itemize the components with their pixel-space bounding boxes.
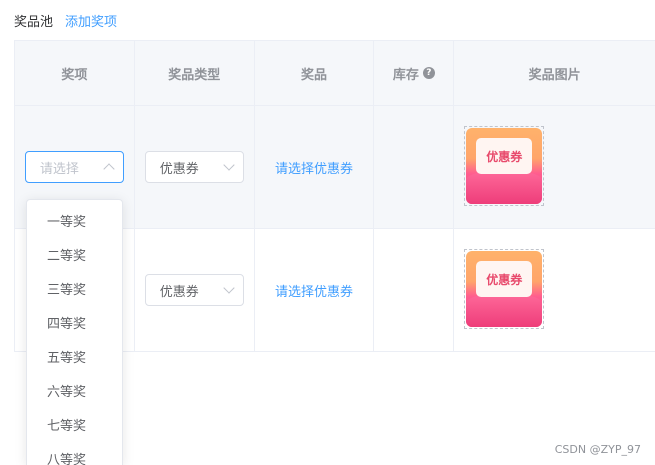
- add-award-link[interactable]: 添加奖项: [65, 11, 117, 30]
- prize-image[interactable]: 优惠券: [464, 249, 545, 329]
- column-header-stock: 库存 ?: [374, 41, 455, 105]
- chevron-down-icon: [223, 282, 235, 294]
- table-header-row: 奖项 奖品类型 奖品 库存 ? 奖品图片: [15, 41, 655, 106]
- prize-pool-header: 奖品池 添加奖项: [14, 10, 117, 30]
- coupon-icon: 优惠券: [466, 251, 543, 327]
- stock-cell: [374, 229, 455, 351]
- prize-pool-title: 奖品池: [14, 14, 54, 30]
- watermark: CSDN @ZYP_97: [554, 443, 641, 456]
- coupon-icon: 优惠券: [466, 128, 543, 204]
- prize-type-value: 优惠券: [159, 284, 199, 300]
- question-circle-icon[interactable]: ?: [422, 67, 435, 79]
- prize-type-select[interactable]: 优惠券: [144, 274, 244, 306]
- dropdown-option[interactable]: 四等奖: [27, 308, 122, 342]
- select-coupon-link[interactable]: 请选择优惠券: [275, 281, 353, 300]
- prize-type-select[interactable]: 优惠券: [144, 151, 244, 183]
- prize-image[interactable]: 优惠券: [464, 126, 545, 206]
- dropdown-option[interactable]: 三等奖: [27, 274, 122, 308]
- select-coupon-link[interactable]: 请选择优惠券: [275, 158, 353, 177]
- dropdown-option[interactable]: 二等奖: [27, 240, 122, 274]
- dropdown-option[interactable]: 八等奖: [27, 444, 122, 465]
- chevron-up-icon: [103, 163, 115, 175]
- chevron-down-icon: [223, 159, 235, 171]
- dropdown-option[interactable]: 五等奖: [27, 342, 122, 376]
- column-header-award: 奖项: [15, 41, 135, 105]
- dropdown-option[interactable]: 一等奖: [27, 206, 122, 240]
- prize-type-value: 优惠券: [159, 161, 199, 177]
- stock-cell: [374, 106, 455, 228]
- award-select-placeholder: 请选择: [39, 161, 79, 177]
- award-select[interactable]: 请选择: [24, 151, 124, 183]
- column-header-prize-type: 奖品类型: [135, 41, 255, 105]
- column-header-prize-image: 奖品图片: [528, 67, 581, 83]
- award-dropdown: 一等奖 二等奖 三等奖 四等奖 五等奖 六等奖 七等奖 八等奖: [26, 199, 123, 465]
- dropdown-option[interactable]: 六等奖: [27, 376, 122, 410]
- dropdown-option[interactable]: 七等奖: [27, 410, 122, 444]
- column-header-prize: 奖品: [255, 41, 375, 105]
